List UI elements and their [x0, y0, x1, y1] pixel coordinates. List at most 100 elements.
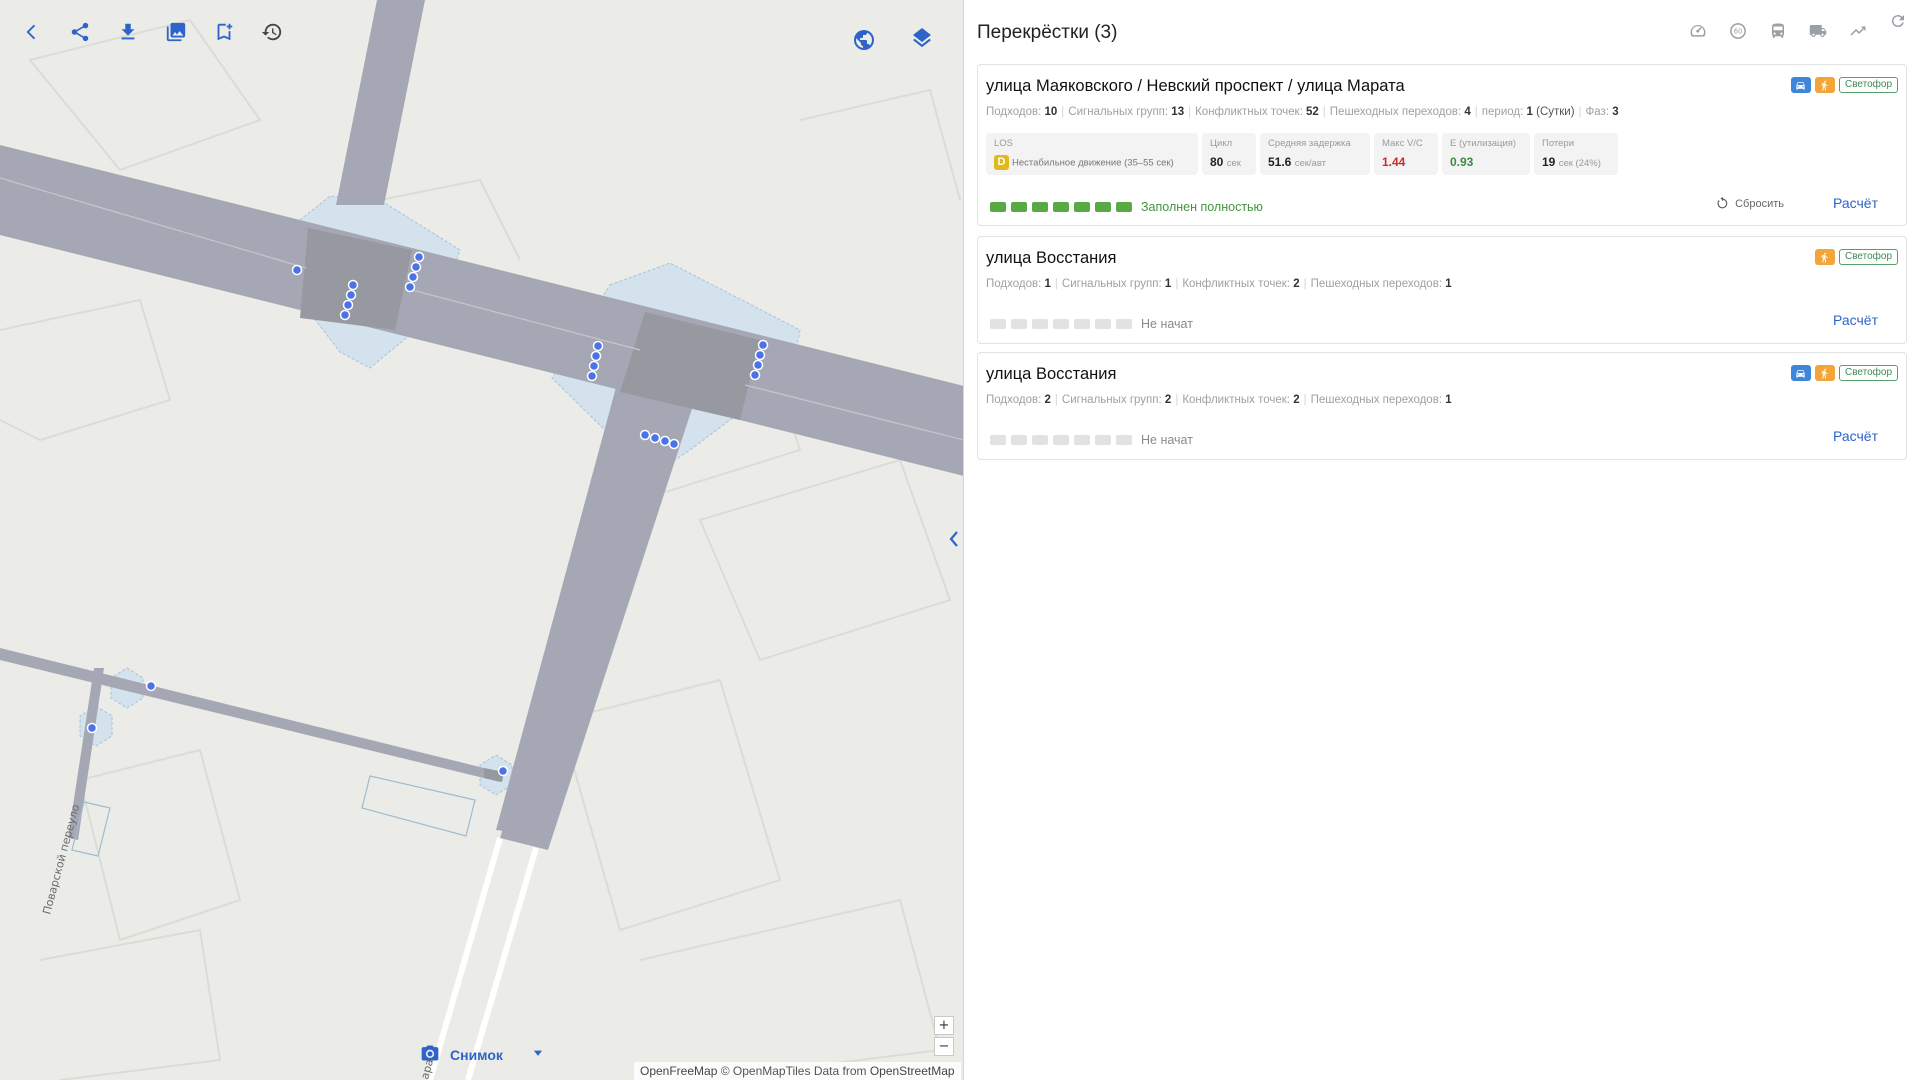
intersection-card[interactable]: улица Маяковского / Невский проспект / у…	[977, 64, 1907, 226]
meta-label: Конфликтных точек:	[1182, 278, 1290, 290]
intersection-meta: Подходов: 10 | Сигнальных групп: 13 | Конфли…	[986, 106, 1619, 118]
camera-icon[interactable]	[420, 1043, 440, 1068]
metric-utilization: E (утилизация) 0.93	[1442, 133, 1530, 175]
intersection-title: улица Маяковского / Невский проспект / у…	[986, 77, 1405, 95]
bookmark-add-button[interactable]	[206, 14, 242, 50]
reset-label: Сбросить	[1735, 197, 1784, 210]
meta-value: (Сутки)	[1536, 106, 1575, 118]
metrics-row: LOS D Нестабильное движение (35–55 сек) Ц…	[986, 133, 1618, 175]
car-icon	[1790, 365, 1811, 381]
progress-segment	[1011, 319, 1027, 329]
reset-button[interactable]: Сбросить	[1716, 197, 1784, 210]
meta-label: Подходов:	[986, 394, 1042, 406]
history-icon	[261, 23, 282, 41]
progress-segment	[1074, 202, 1090, 212]
calc-button[interactable]: Расчёт	[1833, 312, 1878, 328]
zoom-control: + −	[934, 1016, 954, 1056]
calc-button[interactable]: Расчёт	[1833, 195, 1878, 211]
progress-segment	[1053, 319, 1069, 329]
progress-segment	[1011, 202, 1027, 212]
image-icon	[166, 22, 186, 42]
header-toolbar: 60	[1689, 14, 1907, 45]
reset-icon	[1717, 197, 1728, 209]
progress-segment	[1032, 435, 1048, 445]
meta-value: 1	[1526, 106, 1533, 118]
share-button[interactable]	[62, 14, 98, 50]
progress-segment	[1032, 319, 1048, 329]
zoom-in-button[interactable]: +	[934, 1016, 954, 1035]
pedestrian-icon	[1814, 249, 1835, 265]
progress-segment	[990, 319, 1006, 329]
metric-value: 1.44	[1382, 155, 1406, 169]
chevron-right-icon	[962, 530, 964, 548]
trending-up-icon[interactable]	[1849, 22, 1867, 45]
speedometer-icon[interactable]	[1689, 22, 1707, 45]
snapshot-control: Снимок	[420, 1042, 545, 1068]
intersection-badges: Светофор	[1814, 249, 1898, 265]
back-button[interactable]	[14, 14, 50, 50]
meta-value: 2	[1044, 394, 1051, 406]
building-outline	[361, 775, 476, 837]
panel-splitter[interactable]	[948, 530, 964, 548]
map-canvas[interactable]: Поварской переуло ара	[0, 0, 964, 1080]
snapshot-button[interactable]: Снимок	[450, 1047, 503, 1063]
meta-label: Пешеходных переходов:	[1310, 278, 1443, 290]
meta-label: Сигнальных групп:	[1061, 394, 1162, 406]
metric-label: LOS	[994, 138, 1014, 149]
progress-segment	[1011, 435, 1027, 445]
metric-vc: Макс V/C 1.44	[1374, 133, 1438, 175]
history-button[interactable]	[254, 14, 290, 50]
intersection-badges: Светофор	[1790, 365, 1898, 381]
roads	[0, 0, 963, 850]
map-view[interactable]: Поварской переуло ара Снимок + − OpenFre…	[0, 0, 964, 1080]
metric-losses: Потери 19 сек (24%)	[1534, 133, 1618, 175]
metric-delay: Средняя задержка 51.6 сек/авт	[1260, 133, 1370, 175]
los-badge: D	[994, 155, 1009, 171]
metric-unit: сек/авт	[1294, 158, 1327, 169]
bus-icon[interactable]	[1769, 22, 1787, 45]
basemap-button[interactable]	[846, 22, 882, 58]
meta-label: период:	[1481, 106, 1524, 118]
intersection-card[interactable]: улица Восстания Светофор Подходов: 1 | Сиг…	[977, 236, 1907, 344]
progress-segment	[1053, 435, 1069, 445]
car-icon	[1790, 77, 1811, 93]
svg-text:60: 60	[1734, 27, 1743, 35]
meta-label: Конфликтных точек:	[1182, 394, 1290, 406]
refresh-icon[interactable]	[1889, 12, 1907, 35]
share-icon	[71, 22, 89, 42]
meta-label: Пешеходных переходов:	[1329, 106, 1462, 118]
progress-segment	[1095, 319, 1111, 329]
street-label: Поварской переуло	[40, 803, 82, 916]
meta-label: Сигнальных групп:	[1061, 278, 1162, 290]
intersection-card[interactable]: улица Восстания Светофор Подходов: 2 | Сиг…	[977, 352, 1907, 460]
page-title: Перекрёстки (3)	[977, 22, 1118, 43]
layers-button[interactable]	[904, 22, 940, 58]
images-button[interactable]	[158, 14, 194, 50]
progress-segment	[990, 202, 1006, 212]
metric-label: E (утилизация)	[1450, 138, 1517, 149]
download-button[interactable]	[110, 14, 146, 50]
speed-limit-60-icon[interactable]: 60	[1729, 22, 1747, 45]
metric-label: Цикл	[1210, 138, 1233, 149]
openstreetmap-link[interactable]: OpenStreetMap	[870, 1064, 955, 1078]
progress-label: Не начат	[1141, 317, 1193, 331]
truck-icon[interactable]	[1809, 22, 1827, 45]
intersection-title: улица Восстания	[986, 365, 1117, 383]
intersection-badges: Светофор	[1790, 77, 1898, 93]
progress-segment	[1053, 202, 1069, 212]
metric-value: 0.93	[1450, 155, 1474, 169]
calc-button[interactable]: Расчёт	[1833, 428, 1878, 444]
bookmark-add-icon	[217, 23, 233, 41]
openfreemap-link[interactable]: OpenFreeMap	[640, 1064, 717, 1078]
progress-segment	[1074, 435, 1090, 445]
meta-value: 2	[1293, 278, 1300, 290]
metric-cycle: Цикл 80 сек	[1202, 133, 1256, 175]
zoom-out-button[interactable]: −	[934, 1037, 954, 1056]
meta-label: Подходов:	[986, 106, 1042, 118]
progress-label: Не начат	[1141, 433, 1193, 447]
progress-segment	[1074, 319, 1090, 329]
meta-label: Фаз:	[1585, 106, 1610, 118]
chevron-down-icon[interactable]	[531, 1046, 545, 1065]
metric-value: 80	[1210, 155, 1224, 169]
progress-label: Заполнен полностью	[1141, 200, 1263, 214]
